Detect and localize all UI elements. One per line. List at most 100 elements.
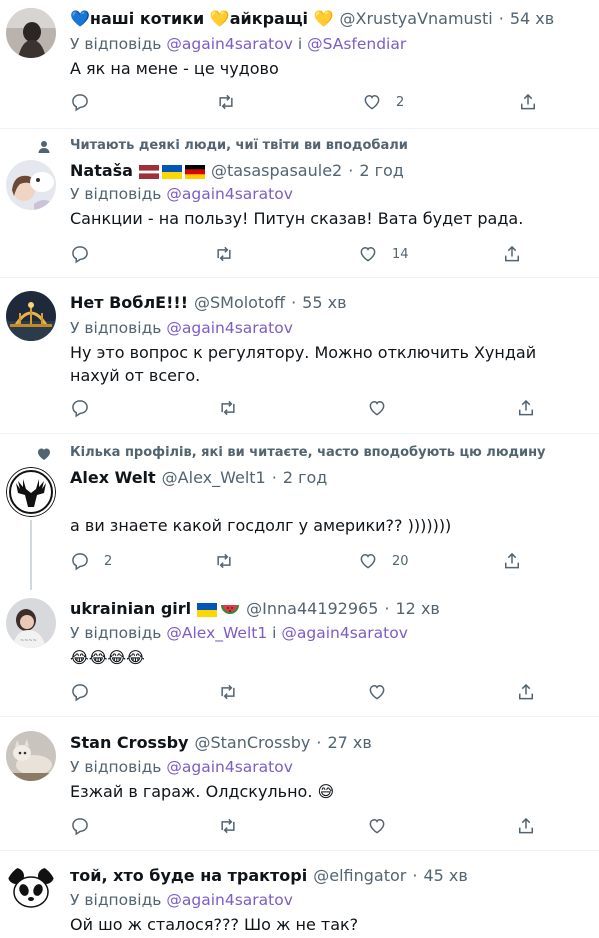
like-button[interactable]: 20 [358, 551, 409, 571]
reply-icon [70, 551, 90, 571]
retweet-button[interactable] [218, 682, 238, 702]
retweet-icon [214, 551, 234, 571]
replying-to: У відповідь @again4saratov [70, 185, 293, 203]
display-name[interactable]: Nataša [70, 161, 133, 180]
mention-link[interactable]: @again4saratov [166, 891, 293, 909]
mention-link[interactable]: @again4saratov [166, 758, 293, 776]
display-name[interactable]: 💙нaші котики 💛айкращі 💛 [70, 9, 334, 28]
mention-link[interactable]: @again4saratov [281, 624, 408, 642]
tweet-1[interactable]: Читають деякі люди, чиї твіти ви вподоба… [0, 129, 599, 277]
mention-link[interactable]: @Alex_Welt1 [166, 624, 267, 642]
timestamp[interactable]: 55 хв [302, 293, 346, 312]
reply-button[interactable]: 2 [70, 551, 112, 571]
timestamp[interactable]: 2 год [359, 161, 404, 180]
tweet-header: 💙нaші котики 💛айкращі 💛 @XrustyaVnamusti… [70, 9, 554, 28]
reply-button[interactable] [70, 816, 90, 836]
display-name[interactable]: Нет ВоблЕ!!! [70, 293, 188, 312]
reply-button[interactable] [70, 682, 90, 702]
avatar[interactable] [6, 8, 56, 58]
reply-icon [70, 816, 90, 836]
ukraine-flag-icon [197, 602, 218, 617]
replying-to: У відповідь @again4saratov [70, 758, 293, 776]
tweet-text: 😂😂😂😂 [70, 648, 145, 667]
reply-button[interactable] [70, 398, 90, 418]
like-icon [362, 92, 382, 112]
share-button[interactable] [516, 682, 536, 702]
tweet-actions: 14 [70, 244, 590, 266]
retweet-button[interactable] [218, 398, 238, 418]
share-button[interactable] [502, 551, 522, 571]
person-icon [36, 139, 52, 159]
like-button[interactable] [367, 398, 387, 418]
timestamp[interactable]: 45 хв [423, 866, 467, 885]
tweet-header: Нет ВоблЕ!!! @SMolotoff · 55 хв [70, 293, 347, 312]
user-handle[interactable]: @StanCrossby [194, 733, 310, 752]
reply-count: 2 [104, 553, 113, 569]
avatar[interactable]: ~~~~ [6, 598, 56, 648]
like-icon [367, 816, 387, 836]
display-name[interactable]: Stan Crossby [70, 733, 188, 752]
display-name[interactable]: Alex Welt [70, 468, 156, 487]
mention-link[interactable]: @SAsfendiar [307, 35, 406, 53]
share-button[interactable] [518, 92, 538, 112]
share-button[interactable] [516, 816, 536, 836]
social-context-text: Кількa профілів, які ви читаєте, часто в… [70, 445, 546, 460]
latvia-flag-icon [138, 164, 159, 179]
mention-link[interactable]: @again4saratov [166, 35, 293, 53]
tweet-4[interactable]: ~~~~ ukrainian girl @Inna44192965 · 12 х… [0, 586, 599, 716]
like-button[interactable]: 14 [358, 244, 409, 264]
tweet-header: Nataša @tasaspasaule2 · 2 год [70, 161, 404, 180]
avatar[interactable] [6, 160, 56, 210]
retweet-button[interactable] [214, 244, 234, 264]
tweet-3[interactable]: Кількa профілів, які ви читаєте, часто в… [0, 434, 599, 590]
like-button[interactable]: 2 [362, 92, 404, 112]
reply-button[interactable] [70, 92, 90, 112]
user-handle[interactable]: @Inna44192965 [246, 599, 378, 618]
social-context-text: Читають деякі люди, чиї твіти ви вподоба… [70, 138, 408, 153]
display-name[interactable]: той, хто буде на тракторі [70, 866, 307, 885]
avatar[interactable] [6, 291, 56, 341]
retweet-icon [216, 92, 236, 112]
tweet-0[interactable]: 💙нaші котики 💛айкращі 💛 @XrustyaVnamusti… [0, 0, 599, 128]
user-handle[interactable]: @tasaspasaule2 [211, 161, 342, 180]
user-handle[interactable]: @Alex_Welt1 [162, 468, 266, 487]
reply-button[interactable] [70, 244, 90, 264]
reply-joiner: і [272, 624, 277, 642]
like-button[interactable] [367, 816, 387, 836]
germany-flag-icon [184, 164, 205, 179]
share-icon [516, 398, 536, 418]
timestamp[interactable]: 12 хв [396, 599, 440, 618]
user-handle[interactable]: @elfingator [313, 866, 406, 885]
like-count: 2 [396, 94, 405, 110]
avatar[interactable] [6, 467, 56, 517]
timestamp[interactable]: 27 хв [327, 733, 371, 752]
share-button[interactable] [502, 244, 522, 264]
timestamp[interactable]: 2 год [283, 468, 328, 487]
display-name[interactable]: ukrainian girl [70, 599, 191, 618]
reply-prefix: У відповідь [70, 319, 162, 337]
user-handle[interactable]: @SMolotoff [194, 293, 285, 312]
like-button[interactable] [367, 682, 387, 702]
retweet-button[interactable] [216, 92, 236, 112]
retweet-button[interactable] [218, 816, 238, 836]
tweet-5[interactable]: Stan Crossby @StanCrossby · 27 хв У відп… [0, 717, 599, 850]
mention-link[interactable]: @again4saratov [166, 185, 293, 203]
share-button[interactable] [516, 398, 536, 418]
thread-line [30, 520, 32, 590]
tweet-text: Езжай в гараж. Олдскульно. 😅 [70, 782, 335, 801]
avatar[interactable] [6, 864, 56, 914]
retweet-button[interactable] [214, 551, 234, 571]
tweet-2[interactable]: Нет ВоблЕ!!! @SMolotoff · 55 хв У відпов… [0, 278, 599, 433]
reply-prefix: У відповідь [70, 185, 162, 203]
replying-to: У відповідь @again4saratov [70, 319, 293, 337]
avatar[interactable] [6, 731, 56, 781]
share-icon [502, 551, 522, 571]
mention-link[interactable]: @again4saratov [166, 319, 293, 337]
user-handle[interactable]: @XrustyaVnamusti [340, 9, 493, 28]
timestamp[interactable]: 54 хв [510, 9, 554, 28]
reply-joiner: і [297, 35, 303, 53]
separator-dot: · [316, 733, 322, 752]
separator-dot: · [412, 866, 418, 885]
tweet-text: Ой шо ж сталося??? Шо ж не так? [70, 915, 359, 934]
tweet-6[interactable]: той, хто буде на тракторі @elfingator · … [0, 851, 599, 938]
